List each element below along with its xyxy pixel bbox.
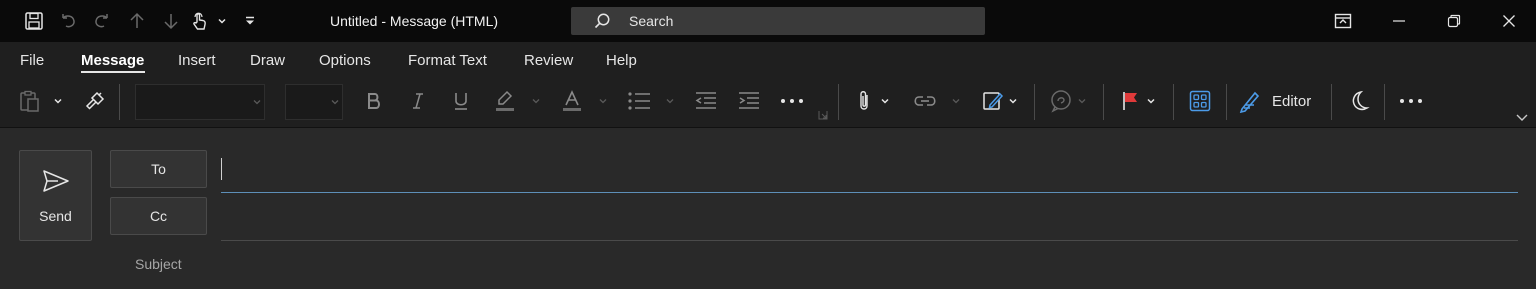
attach-chevron-icon[interactable]	[878, 86, 892, 116]
bullets-chevron-icon[interactable]	[664, 86, 676, 116]
bold-icon[interactable]	[362, 86, 386, 116]
search-box[interactable]: Search	[571, 7, 985, 35]
editor-label: Editor	[1272, 92, 1312, 110]
window-title: Untitled - Message (HTML)	[330, 13, 499, 29]
font-name-dropdown[interactable]	[135, 84, 265, 120]
underline-icon[interactable]	[449, 86, 473, 116]
tab-message[interactable]: Message	[81, 52, 144, 69]
tab-insert[interactable]: Insert	[178, 52, 216, 69]
separator	[1226, 84, 1227, 120]
ribbon-display-icon[interactable]	[1320, 0, 1366, 42]
flag-chevron-icon[interactable]	[1144, 86, 1158, 116]
close-icon[interactable]	[1486, 0, 1532, 42]
tab-review[interactable]: Review	[524, 52, 573, 69]
decrease-indent-icon[interactable]	[691, 86, 721, 116]
separator	[1034, 84, 1035, 120]
separator	[1173, 84, 1174, 120]
highlight-chevron-icon[interactable]	[530, 86, 542, 116]
tab-format-text[interactable]: Format Text	[408, 52, 487, 69]
attach-file-icon[interactable]	[852, 86, 876, 116]
comment-icon[interactable]	[1046, 86, 1076, 116]
chevron-down-icon	[330, 97, 340, 107]
tab-draw[interactable]: Draw	[250, 52, 285, 69]
to-button[interactable]: To	[110, 150, 207, 188]
comment-chevron-icon[interactable]	[1076, 86, 1088, 116]
editor-button[interactable]: Editor	[1238, 86, 1322, 116]
send-icon	[42, 169, 70, 193]
signature-icon[interactable]	[980, 86, 1006, 116]
redo-icon[interactable]	[90, 9, 114, 33]
flag-icon[interactable]	[1118, 86, 1142, 116]
tab-help[interactable]: Help	[606, 52, 637, 69]
title-bar: Untitled - Message (HTML) Search	[0, 0, 1536, 42]
subject-label: Subject	[135, 256, 182, 272]
separator	[119, 84, 120, 120]
editor-icon	[1238, 89, 1264, 113]
tab-options[interactable]: Options	[319, 52, 371, 69]
more-options-icon[interactable]	[1396, 86, 1426, 116]
cc-button[interactable]: Cc	[110, 197, 207, 235]
save-icon[interactable]	[22, 9, 46, 33]
link-chevron-icon[interactable]	[950, 86, 962, 116]
send-label: Send	[39, 208, 72, 224]
search-icon	[593, 12, 611, 30]
dialog-launcher-icon[interactable]	[816, 108, 830, 122]
chevron-down-icon	[252, 97, 262, 107]
active-tab-indicator	[81, 71, 145, 73]
ribbon: File Message Insert Draw Options Format …	[0, 42, 1536, 128]
link-icon[interactable]	[910, 86, 940, 116]
touch-mode-icon[interactable]	[188, 9, 212, 33]
customize-icon[interactable]	[238, 9, 262, 33]
separator	[1384, 84, 1385, 120]
to-field-underline	[221, 192, 1518, 193]
separator	[1103, 84, 1104, 120]
format-painter-icon[interactable]	[80, 86, 110, 116]
paste-chevron-icon[interactable]	[50, 86, 66, 116]
more-format-icon[interactable]	[777, 86, 807, 116]
increase-indent-icon[interactable]	[734, 86, 764, 116]
search-label: Search	[629, 13, 674, 29]
italic-icon[interactable]	[406, 86, 430, 116]
separator	[838, 84, 839, 120]
bullets-icon[interactable]	[624, 86, 654, 116]
down-arrow-icon[interactable]	[159, 9, 183, 33]
highlight-icon[interactable]	[490, 86, 520, 116]
restore-icon[interactable]	[1431, 0, 1477, 42]
cc-field-underline	[221, 240, 1518, 241]
up-arrow-icon[interactable]	[125, 9, 149, 33]
to-field[interactable]	[221, 154, 1518, 190]
font-size-dropdown[interactable]	[285, 84, 343, 120]
dark-mode-icon[interactable]	[1345, 86, 1373, 116]
subject-field[interactable]	[221, 248, 1518, 284]
chevron-down-icon[interactable]	[210, 9, 234, 33]
send-button[interactable]: Send	[19, 150, 92, 241]
signature-chevron-icon[interactable]	[1006, 86, 1020, 116]
font-color-icon[interactable]	[557, 86, 587, 116]
compose-area: Send To Cc Subject	[0, 128, 1536, 289]
tab-file[interactable]: File	[20, 52, 44, 69]
separator	[1331, 84, 1332, 120]
paste-icon[interactable]	[14, 86, 44, 116]
font-color-chevron-icon[interactable]	[597, 86, 609, 116]
apps-icon[interactable]	[1186, 86, 1214, 116]
ribbon-collapse-icon[interactable]	[1512, 110, 1532, 124]
undo-icon[interactable]	[56, 9, 80, 33]
minimize-icon[interactable]	[1376, 0, 1422, 42]
cc-field[interactable]	[221, 202, 1518, 238]
